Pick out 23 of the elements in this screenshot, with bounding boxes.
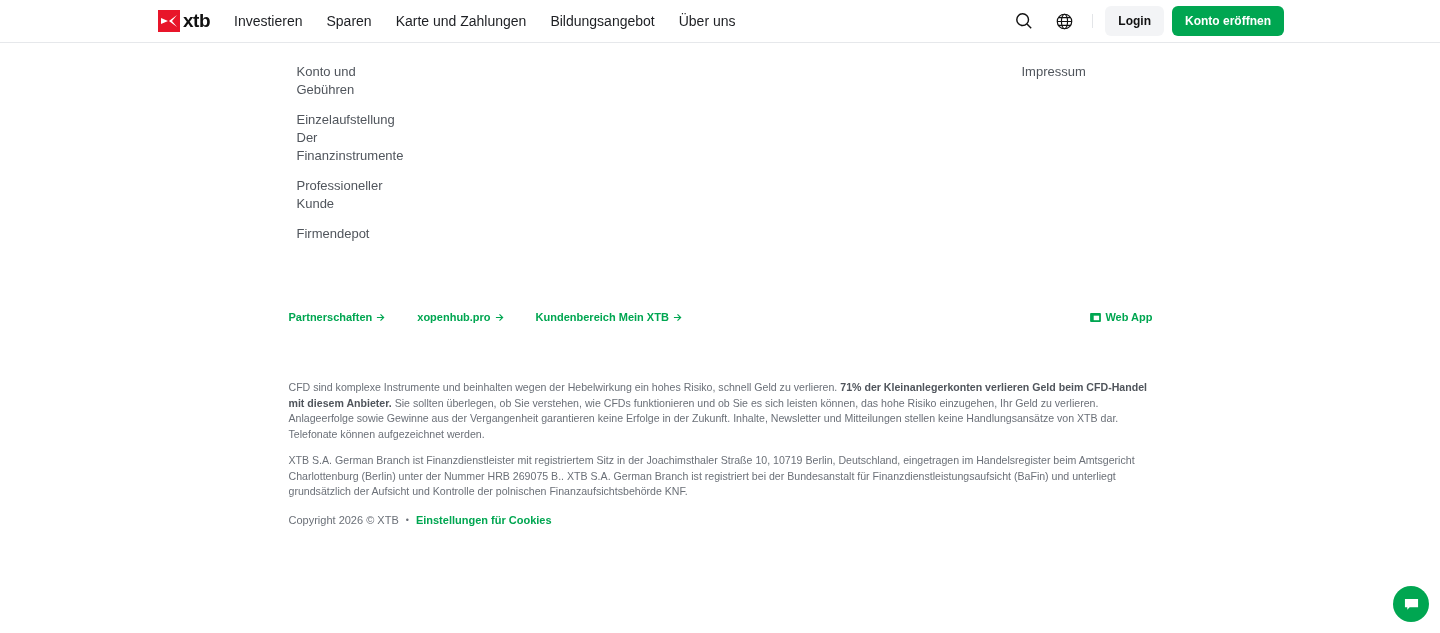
copyright-text: Copyright 2026 © XTB (288, 513, 399, 526)
footer-link[interactable]: Firmendepot (296, 225, 409, 243)
footer-link[interactable]: Impressum (1021, 63, 1086, 81)
nav-link[interactable]: Karte und Zahlungen (395, 13, 527, 29)
window-icon (1090, 312, 1102, 322)
logo-icon (158, 10, 180, 32)
nav-link[interactable]: Sparen (326, 13, 372, 29)
disclaimer-paragraph: CFD sind komplexe Instrumente und beinhalten wegen der Hebelwirkung ein hohes Risiko, schnell Geld zu verlieren. 71% der Kleinanlegerkonten verlieren Geld beim CFD-Handel mit diesem Anbieter. Sie sollten überlegen, ob Sie verstehen, wie CFDs funktionieren und ob Sie es sich leisten können, das hohe Risiko einzugehen, Ihr Geld zu verlieren. Anlageerfolge sowie Gewinne aus der Vergangenheit garantieren keine Erfolge in der Zukunft. Inhalte, Newsletter und Mitteilungen stellen keine Handlungsansätze von XTB dar. Telefonate können aufgezeichnet werden. (288, 380, 1148, 442)
arrow-icon (376, 312, 386, 322)
footer-link[interactable]: Konto und Gebühren (296, 63, 409, 99)
arrow-icon (494, 312, 504, 322)
arrow-icon (672, 312, 682, 322)
nav-link[interactable]: Investieren (234, 13, 303, 29)
footer-link[interactable]: Einzelaufstellung Der Finanzinstrumente (296, 111, 409, 165)
logo-link[interactable]: xtb (158, 10, 210, 32)
nav-link[interactable]: Über uns (678, 13, 736, 29)
chat-bubble-icon (1403, 596, 1419, 612)
chat-button[interactable] (1393, 586, 1429, 622)
disclaimer-paragraph: XTB S.A. German Branch ist Finanzdienstleister mit registriertem Sitz in der Joachimsthaler Straße 10, 10719 Berlin, Deutschland, eingetragen im Handelsregister beim Amtsgericht Charlottenburg (Berlin) unter der Nummer HRB 269075 B.. XTB S.A. German Branch ist registriert bei der Bundesanstalt für Finanzdienstleistungsaufsicht (BaFin) und unterliegt grundsätzlich der Aufsicht und Kontrolle der polnischen Finanzaufsichtsbehörde KNF. (288, 453, 1136, 499)
login-button[interactable]: Login (1105, 6, 1164, 36)
separator-text: • (405, 514, 409, 525)
nav-link[interactable]: Bildungsangebot (550, 13, 655, 29)
footer-link[interactable]: Professioneller Kunde (296, 177, 409, 213)
